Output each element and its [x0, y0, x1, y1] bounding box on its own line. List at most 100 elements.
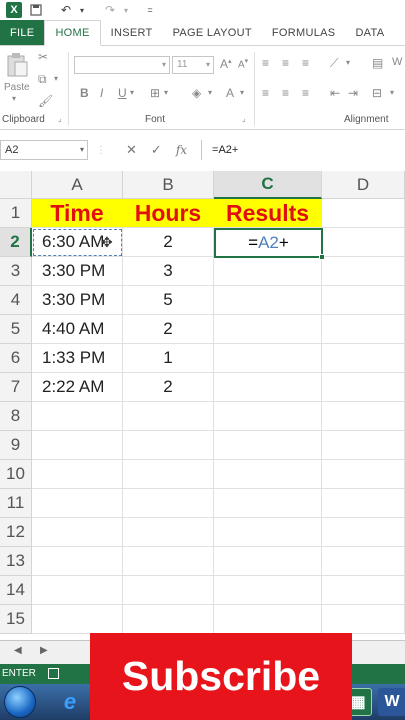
tab-file[interactable]: FILE — [0, 20, 45, 45]
tab-insert[interactable]: INSERT — [101, 20, 163, 45]
cell[interactable] — [322, 286, 405, 315]
cell[interactable] — [123, 518, 214, 547]
borders-dropdown-icon[interactable]: ▾ — [164, 88, 168, 97]
hours-cell[interactable]: 2 — [123, 315, 214, 344]
row-header-13[interactable]: 13 — [0, 547, 32, 576]
wrap-text-label[interactable]: W — [392, 56, 402, 68]
decrease-font-icon[interactable]: A▾ — [238, 57, 248, 70]
paste-label[interactable]: Paste — [4, 82, 30, 93]
time-cell[interactable]: 3:30 PM — [32, 286, 123, 315]
tab-home[interactable]: HOME — [44, 20, 101, 46]
tab-page-layout[interactable]: PAGE LAYOUT — [163, 20, 262, 45]
hours-cell[interactable]: 3 — [123, 257, 214, 286]
format-painter-icon[interactable]: 🖌 — [38, 94, 53, 108]
row-header-9[interactable]: 9 — [0, 431, 32, 460]
header-cell[interactable]: Results — [214, 199, 322, 228]
cell[interactable] — [123, 576, 214, 605]
name-box-dropdown-icon[interactable]: ▾ — [80, 141, 84, 159]
hours-cell[interactable]: 2 — [123, 373, 214, 402]
cell[interactable] — [214, 315, 322, 344]
cell[interactable] — [32, 402, 123, 431]
cell[interactable] — [32, 605, 123, 634]
font-color-icon[interactable]: A — [226, 86, 234, 100]
column-header-b[interactable]: B — [123, 171, 214, 199]
copy-dropdown-icon[interactable]: ▾ — [54, 74, 58, 83]
cell[interactable] — [214, 547, 322, 576]
column-header-c[interactable]: C — [214, 171, 322, 199]
internet-explorer-icon[interactable]: e — [56, 688, 84, 716]
paste-icon[interactable] — [6, 52, 28, 83]
cancel-icon[interactable]: ✕ — [126, 142, 137, 158]
cell[interactable] — [32, 518, 123, 547]
save-icon[interactable] — [28, 2, 44, 18]
cell[interactable] — [322, 460, 405, 489]
row-header-15[interactable]: 15 — [0, 605, 32, 634]
tab-formulas[interactable]: FORMULAS — [262, 20, 346, 45]
word-taskbar-icon[interactable]: W — [378, 688, 405, 716]
row-header-3[interactable]: 3 — [0, 257, 32, 286]
start-button[interactable] — [4, 686, 36, 718]
hours-cell[interactable]: 2 — [123, 228, 214, 257]
cell[interactable] — [322, 489, 405, 518]
cell[interactable] — [322, 576, 405, 605]
row-header-10[interactable]: 10 — [0, 460, 32, 489]
align-middle-icon[interactable]: ≡ — [282, 56, 289, 70]
time-cell[interactable]: 1:33 PM — [32, 344, 123, 373]
cell[interactable] — [123, 402, 214, 431]
merge-center-icon[interactable]: ⊟ — [372, 86, 382, 100]
orientation-dropdown-icon[interactable]: ▾ — [346, 58, 350, 67]
undo-dropdown-icon[interactable]: ▾ — [74, 2, 90, 18]
cell[interactable] — [214, 605, 322, 634]
fill-handle[interactable] — [319, 254, 325, 260]
cell[interactable] — [322, 605, 405, 634]
font-launcher-icon[interactable]: ⌟ — [242, 114, 246, 123]
cell[interactable] — [322, 228, 405, 257]
cell[interactable] — [322, 199, 405, 228]
clipboard-launcher-icon[interactable]: ⌟ — [58, 114, 62, 123]
merge-dropdown-icon[interactable]: ▾ — [390, 88, 394, 97]
align-right-icon[interactable]: ≡ — [302, 86, 309, 100]
cell[interactable] — [214, 373, 322, 402]
increase-font-icon[interactable]: A▴ — [220, 57, 232, 71]
copy-icon[interactable]: ⧉ — [38, 72, 47, 87]
header-cell[interactable]: Hours — [123, 199, 214, 228]
row-header-6[interactable]: 6 — [0, 344, 32, 373]
cell[interactable] — [322, 431, 405, 460]
cell[interactable] — [214, 489, 322, 518]
row-header-14[interactable]: 14 — [0, 576, 32, 605]
align-bottom-icon[interactable]: ≡ — [302, 56, 309, 70]
cell[interactable] — [32, 576, 123, 605]
row-header-4[interactable]: 4 — [0, 286, 32, 315]
cell[interactable] — [123, 489, 214, 518]
cell[interactable] — [322, 547, 405, 576]
select-all-corner[interactable] — [0, 171, 32, 199]
column-header-d[interactable]: D — [322, 171, 405, 199]
redo-icon[interactable]: ↷ — [102, 2, 118, 18]
cell[interactable] — [214, 460, 322, 489]
cell[interactable] — [322, 257, 405, 286]
time-cell[interactable]: 4:40 AM — [32, 315, 123, 344]
font-size-select[interactable]: 11 ▾ — [172, 56, 214, 74]
borders-icon[interactable]: ⊞ — [150, 86, 160, 100]
customize-qat-icon[interactable]: = — [142, 2, 158, 18]
cell[interactable] — [322, 518, 405, 547]
formula-input[interactable]: =A2+ — [201, 140, 405, 160]
increase-indent-icon[interactable]: ⇥ — [348, 86, 358, 100]
align-left-icon[interactable]: ≡ — [262, 86, 269, 100]
active-cell-c2[interactable]: = A2 + — [214, 228, 323, 258]
undo-icon[interactable]: ↶ — [58, 2, 74, 18]
cell[interactable] — [214, 576, 322, 605]
header-cell[interactable]: Time — [32, 199, 123, 228]
row-header-2[interactable]: 2 — [0, 228, 32, 257]
fill-color-icon[interactable]: ◈ — [192, 86, 201, 100]
row-header-5[interactable]: 5 — [0, 315, 32, 344]
cut-icon[interactable]: ✂ — [38, 50, 48, 64]
prev-sheet-icon[interactable]: ◀ — [14, 645, 22, 656]
tab-data[interactable]: DATA — [345, 20, 394, 45]
time-cell[interactable]: 2:22 AM — [32, 373, 123, 402]
cell[interactable] — [32, 460, 123, 489]
align-center-icon[interactable]: ≡ — [282, 86, 289, 100]
cell[interactable] — [123, 547, 214, 576]
cell[interactable] — [214, 344, 322, 373]
column-header-a[interactable]: A — [32, 171, 123, 199]
